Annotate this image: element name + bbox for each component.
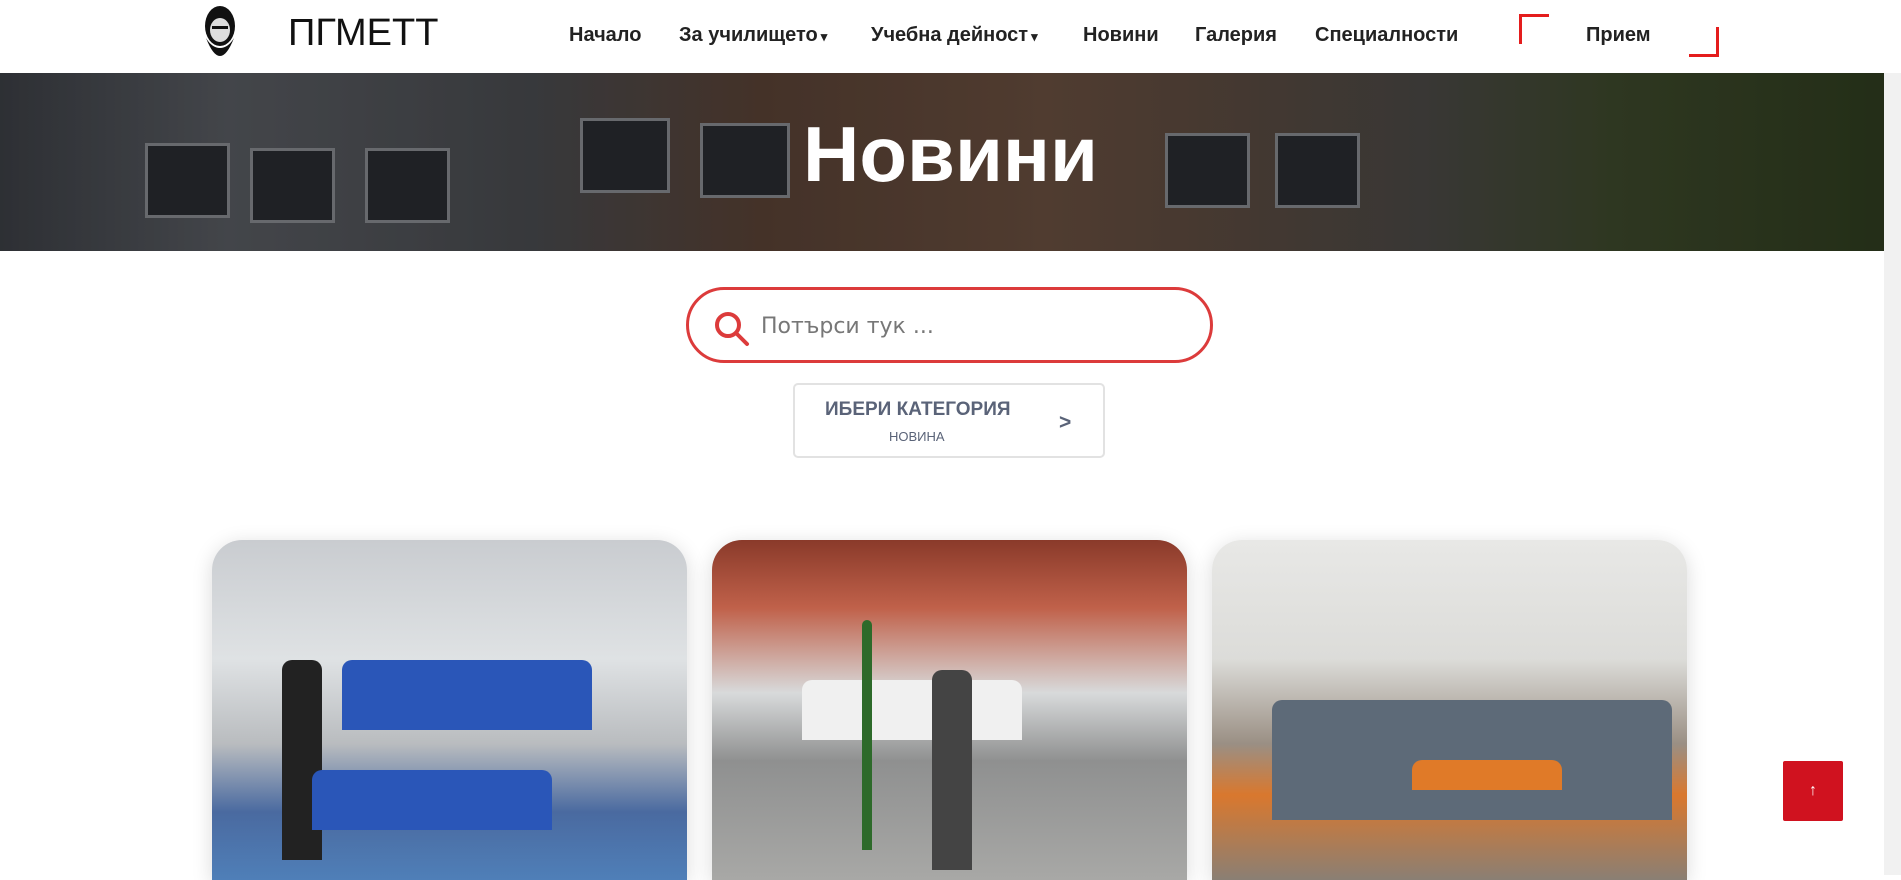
card-image	[312, 770, 552, 830]
news-card[interactable]	[1212, 540, 1687, 880]
category-value: НОВИНА	[889, 429, 945, 444]
top-navigation: ПГМЕТТ Начало За училището ▾ Учебна дейно…	[0, 0, 1901, 73]
news-card[interactable]	[212, 540, 687, 880]
nav-label: За училището	[679, 24, 818, 46]
brand-name[interactable]: ПГМЕТТ	[288, 12, 438, 55]
card-image	[342, 660, 592, 730]
nav-admission[interactable]: Прием	[1586, 24, 1651, 47]
nav-gallery[interactable]: Галерия	[1195, 24, 1277, 47]
chevron-right-icon: >	[1059, 411, 1072, 434]
card-image	[282, 660, 322, 860]
nav-specialties[interactable]: Специалности	[1315, 24, 1458, 47]
nav-education[interactable]: Учебна дейност ▾	[871, 24, 1038, 47]
caret-down-icon: ▾	[820, 29, 828, 44]
search-box[interactable]	[686, 287, 1213, 363]
back-to-top-button[interactable]: ↑	[1783, 761, 1843, 821]
card-image	[862, 620, 872, 850]
page-title: Новини	[803, 110, 1098, 198]
hero-banner: Новини	[0, 73, 1901, 251]
caret-down-icon: ▾	[1031, 29, 1038, 44]
scrollbar[interactable]	[1884, 0, 1901, 875]
nav-news[interactable]: Новини	[1083, 24, 1159, 47]
bracket-decoration	[1519, 14, 1549, 44]
news-card[interactable]	[712, 540, 1187, 880]
search-icon	[715, 312, 749, 346]
card-image	[1412, 760, 1562, 790]
bracket-decoration	[1689, 27, 1719, 57]
card-image	[932, 670, 972, 870]
nav-label: Учебна дейност	[871, 24, 1029, 46]
nav-about-school[interactable]: За училището ▾	[679, 24, 827, 47]
category-label: ИБЕРИ КАТЕГОРИЯ	[825, 399, 1011, 420]
search-input[interactable]	[761, 308, 1181, 344]
card-image	[802, 680, 1022, 740]
logo-portrait-icon[interactable]	[198, 4, 242, 68]
nav-home[interactable]: Начало	[569, 24, 641, 47]
category-selector[interactable]: ИБЕРИ КАТЕГОРИЯ НОВИНА >	[793, 383, 1105, 458]
